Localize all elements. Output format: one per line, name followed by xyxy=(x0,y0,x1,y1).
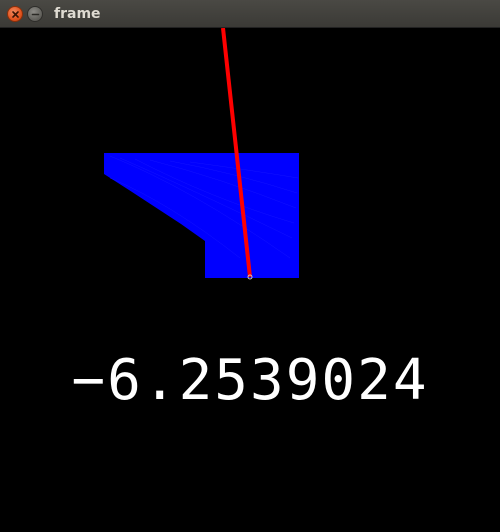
app-window: frame −6.2539024 xyxy=(0,0,500,528)
window-title: frame xyxy=(54,6,101,22)
close-button[interactable] xyxy=(7,6,23,22)
title-bar: frame xyxy=(0,0,500,28)
scene-svg xyxy=(104,27,299,280)
close-icon xyxy=(12,11,19,18)
drawing-canvas xyxy=(0,27,500,528)
blue-shape xyxy=(104,153,299,278)
minimize-button[interactable] xyxy=(27,6,43,22)
value-readout: −6.2539024 xyxy=(71,348,429,413)
minimize-icon xyxy=(31,13,40,16)
